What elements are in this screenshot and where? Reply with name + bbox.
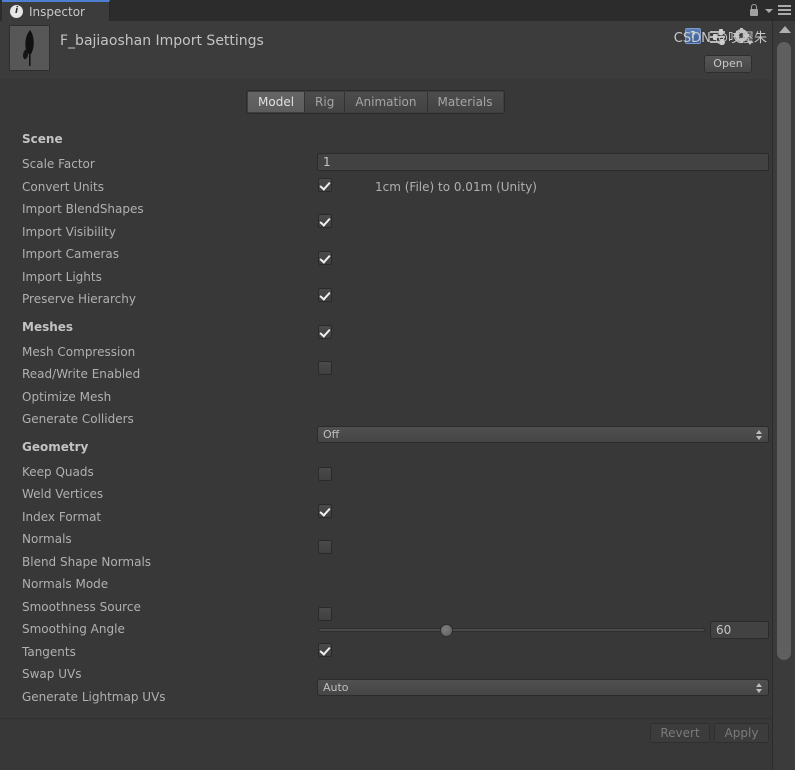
stepper-arrows-icon bbox=[756, 430, 763, 441]
import-cameras-checkbox[interactable] bbox=[318, 288, 332, 302]
tab-materials[interactable]: Materials bbox=[427, 92, 503, 112]
weld-vertices-checkbox[interactable] bbox=[318, 643, 332, 657]
label-convert-units: Convert Units bbox=[22, 180, 104, 194]
label-import-blendshapes: Import BlendShapes bbox=[22, 202, 144, 216]
section-header-geometry: Geometry bbox=[22, 440, 89, 454]
asset-header: F_bajiaoshan Import Settings ? Open bbox=[0, 21, 772, 80]
tab-model[interactable]: Model bbox=[248, 92, 306, 112]
label-keep-quads: Keep Quads bbox=[22, 465, 94, 479]
smoothing-angle-slider-knob[interactable] bbox=[440, 624, 454, 637]
import-settings-tabs: Model Rig Animation Materials bbox=[246, 90, 505, 114]
scroll-up-arrow-icon[interactable] bbox=[779, 26, 791, 33]
label-index-format: Index Format bbox=[22, 510, 102, 524]
import-blendshapes-checkbox[interactable] bbox=[318, 214, 332, 228]
label-import-lights: Import Lights bbox=[22, 270, 102, 284]
import-lights-checkbox[interactable] bbox=[318, 325, 332, 339]
page-title: F_bajiaoshan Import Settings bbox=[60, 33, 264, 49]
label-tangents: Tangents bbox=[22, 645, 76, 659]
scrollbar-thumb[interactable] bbox=[777, 42, 791, 660]
leaf-preview-icon bbox=[23, 30, 34, 66]
smoothing-angle-input[interactable]: 60 bbox=[710, 621, 769, 639]
label-generate-colliders: Generate Colliders bbox=[22, 412, 134, 426]
label-normals: Normals bbox=[22, 532, 72, 546]
read-write-enabled-checkbox[interactable] bbox=[318, 467, 332, 481]
tab-rig[interactable]: Rig bbox=[305, 92, 346, 112]
asset-thumbnail bbox=[9, 25, 50, 71]
index-format-value: Auto bbox=[323, 681, 349, 694]
hamburger-menu-icon[interactable] bbox=[778, 4, 791, 17]
optimize-mesh-checkbox[interactable] bbox=[318, 504, 332, 518]
label-generate-lightmap-uvs: Generate Lightmap UVs bbox=[22, 690, 166, 704]
preserve-hierarchy-checkbox[interactable] bbox=[318, 361, 332, 375]
open-button[interactable]: Open bbox=[704, 55, 752, 73]
vertical-scrollbar[interactable] bbox=[772, 21, 795, 769]
window-controls bbox=[748, 0, 791, 21]
smoothing-angle-slider[interactable] bbox=[318, 624, 705, 637]
label-smoothness-source: Smoothness Source bbox=[22, 600, 141, 614]
import-visibility-checkbox[interactable] bbox=[318, 251, 332, 265]
info-icon: i bbox=[10, 5, 23, 18]
inspector-body: Model Rig Animation Materials Scene Scal… bbox=[0, 79, 772, 718]
window-tab-strip: i Inspector bbox=[0, 0, 795, 22]
label-smoothing-angle: Smoothing Angle bbox=[22, 622, 125, 636]
index-format-dropdown[interactable]: Auto bbox=[317, 679, 769, 696]
apply-button[interactable]: Apply bbox=[714, 723, 769, 743]
revert-button[interactable]: Revert bbox=[650, 723, 710, 743]
lock-icon[interactable] bbox=[748, 4, 760, 17]
footer-bar: Revert Apply bbox=[0, 718, 772, 770]
scale-factor-input[interactable]: 1 bbox=[317, 153, 769, 171]
label-read-write-enabled: Read/Write Enabled bbox=[22, 367, 141, 381]
convert-units-note: 1cm (File) to 0.01m (Unity) bbox=[375, 180, 537, 194]
label-swap-uvs: Swap UVs bbox=[22, 667, 82, 681]
tab-inspector-label: Inspector bbox=[29, 4, 85, 19]
tab-animation[interactable]: Animation bbox=[345, 92, 428, 112]
convert-units-checkbox[interactable] bbox=[318, 178, 332, 192]
mesh-compression-dropdown[interactable]: Off bbox=[317, 426, 769, 443]
label-mesh-compression: Mesh Compression bbox=[22, 345, 136, 359]
label-scale-factor: Scale Factor bbox=[22, 157, 95, 171]
chevron-down-icon[interactable] bbox=[765, 8, 773, 13]
stepper-arrows-icon bbox=[756, 683, 763, 694]
label-import-cameras: Import Cameras bbox=[22, 247, 119, 261]
label-preserve-hierarchy: Preserve Hierarchy bbox=[22, 292, 136, 306]
watermark: CSDN @吱屋朱 bbox=[673, 31, 767, 46]
mesh-compression-value: Off bbox=[323, 428, 340, 441]
label-normals-mode: Normals Mode bbox=[22, 577, 109, 591]
section-header-meshes: Meshes bbox=[22, 320, 74, 334]
section-header-scene: Scene bbox=[22, 132, 63, 146]
tab-inspector[interactable]: i Inspector bbox=[2, 0, 110, 21]
label-optimize-mesh: Optimize Mesh bbox=[22, 390, 112, 404]
keep-quads-checkbox[interactable] bbox=[318, 607, 332, 621]
label-import-visibility: Import Visibility bbox=[22, 225, 116, 239]
label-blend-shape-normals: Blend Shape Normals bbox=[22, 555, 152, 569]
generate-colliders-checkbox[interactable] bbox=[318, 540, 332, 554]
label-weld-vertices: Weld Vertices bbox=[22, 487, 104, 501]
